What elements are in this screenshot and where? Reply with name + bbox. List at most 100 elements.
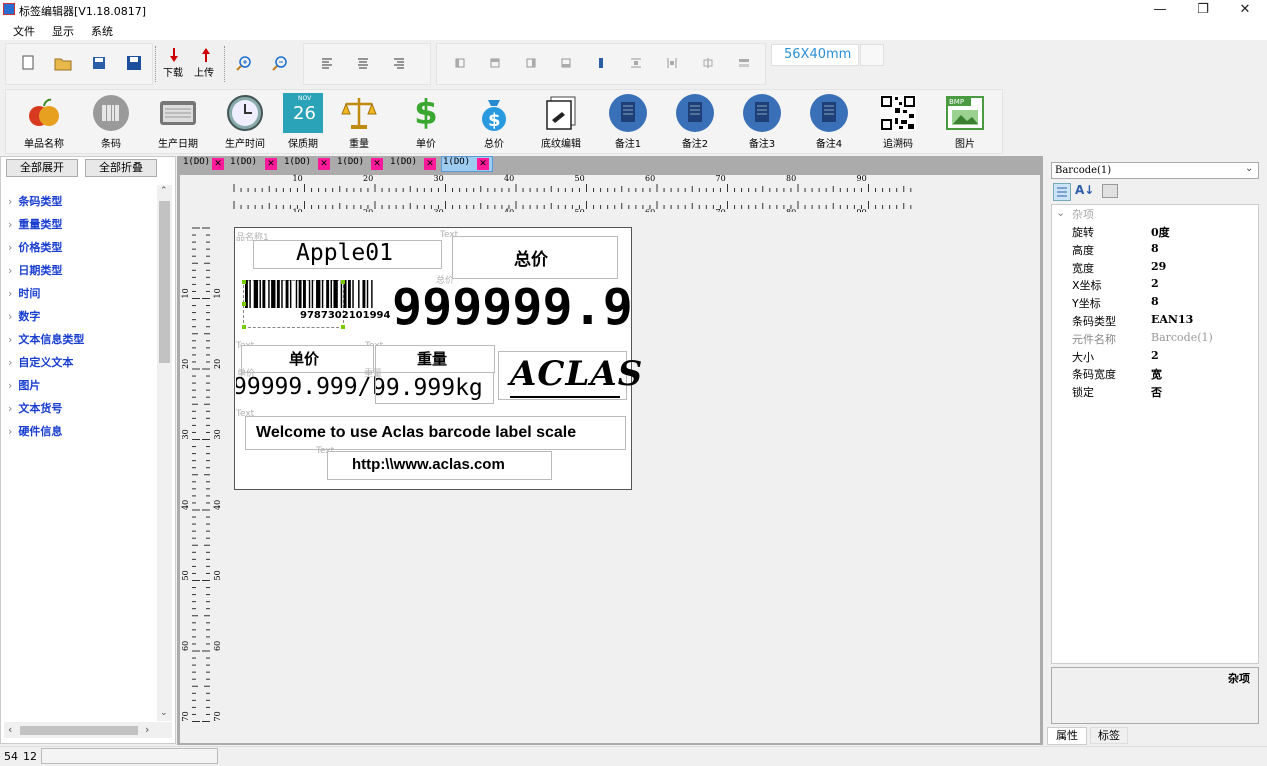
tree-item-hardware-info[interactable]: › 硬件信息 xyxy=(8,423,62,439)
download-button[interactable] xyxy=(161,46,187,64)
tree-item-number[interactable]: › 数字 xyxy=(8,308,40,324)
tab-close-icon[interactable]: ✕ xyxy=(318,158,330,170)
layout-center-v-button[interactable] xyxy=(588,50,614,76)
resize-handle[interactable] xyxy=(341,325,345,329)
property-value[interactable]: Barcode(1) xyxy=(1151,331,1213,344)
property-value[interactable]: EAN13 xyxy=(1151,313,1193,326)
collapse-all-button[interactable]: 全部折叠 xyxy=(85,159,157,177)
insert-barcode-button[interactable]: 条码 xyxy=(79,90,143,154)
weight-value-field[interactable]: 99.999kg xyxy=(375,372,494,404)
layout-distribute-v-button[interactable] xyxy=(623,50,649,76)
menu-system[interactable]: 系统 xyxy=(91,23,113,39)
resize-handle[interactable] xyxy=(242,325,246,329)
layout-center-h-button[interactable] xyxy=(695,50,721,76)
tree-item-image[interactable]: › 图片 xyxy=(8,377,40,393)
upload-label[interactable]: 上传 xyxy=(194,64,214,79)
page-tab[interactable]: 1(DO) xyxy=(390,157,417,171)
insert-production-date-button[interactable]: 生产日期 xyxy=(146,90,210,154)
insert-unit-price-button[interactable]: $ 单价 xyxy=(394,90,458,154)
insert-production-time-button[interactable]: 生产时间 xyxy=(213,90,277,154)
tab-labels[interactable]: 标签 xyxy=(1090,727,1128,744)
scroll-left-icon[interactable]: ‹ xyxy=(8,723,12,736)
property-value[interactable]: 否 xyxy=(1151,384,1162,400)
save-button[interactable] xyxy=(86,50,112,76)
property-row[interactable]: 大小 2 xyxy=(1052,348,1258,366)
layout-same-size-button[interactable] xyxy=(731,50,757,76)
scroll-right-icon[interactable]: › xyxy=(145,723,149,736)
tab-properties[interactable]: 属性 xyxy=(1047,727,1087,745)
tree-hscroll-thumb[interactable] xyxy=(20,726,138,735)
layout-align-left-button[interactable] xyxy=(447,50,473,76)
scroll-up-icon[interactable]: ⌃ xyxy=(160,186,168,196)
resize-handle[interactable] xyxy=(341,280,345,284)
tree-item-text-info-type[interactable]: › 文本信息类型 xyxy=(8,331,84,347)
tree-item-custom-text[interactable]: › 自定义文本 xyxy=(8,354,73,370)
unit-price-value-field[interactable]: 99999.999/kg xyxy=(236,372,375,404)
page-tab[interactable]: 1(DO) xyxy=(183,157,210,171)
tree-item-date-type[interactable]: › 日期类型 xyxy=(8,262,62,278)
layout-align-top-button[interactable] xyxy=(482,50,508,76)
tab-close-icon[interactable]: ✕ xyxy=(424,158,436,170)
menu-file[interactable]: 文件 xyxy=(13,23,35,39)
property-row[interactable]: 条码宽度 宽 xyxy=(1052,365,1258,383)
zoom-out-button[interactable] xyxy=(267,50,293,76)
insert-weight-button[interactable]: 重量 xyxy=(327,90,391,154)
property-row[interactable]: 条码类型 EAN13 xyxy=(1052,312,1258,330)
property-row[interactable]: 元件名称 Barcode(1) xyxy=(1052,330,1258,348)
property-row[interactable]: 高度 8 xyxy=(1052,241,1258,259)
tree-item-barcode-type[interactable]: › 条码类型 xyxy=(8,193,62,209)
property-pages-button[interactable] xyxy=(1102,184,1118,198)
close-button[interactable]: ✕ xyxy=(1223,0,1267,20)
property-value[interactable]: 2 xyxy=(1151,349,1159,362)
insert-shelf-life-button[interactable]: NOV 26 保质期 xyxy=(271,90,335,154)
new-file-button[interactable] xyxy=(15,50,41,76)
tree-item-time[interactable]: › 时间 xyxy=(8,285,40,301)
object-selector[interactable]: Barcode(1) xyxy=(1051,162,1259,179)
expand-all-button[interactable]: 全部展开 xyxy=(6,159,78,177)
property-row[interactable]: Y坐标 8 xyxy=(1052,294,1258,312)
background-edit-button[interactable]: 底纹编辑 xyxy=(529,90,593,154)
property-value[interactable]: 29 xyxy=(1151,260,1166,273)
minimize-button[interactable]: — xyxy=(1138,0,1182,20)
page-tab[interactable]: 1(DO) xyxy=(284,157,311,171)
menu-view[interactable]: 显示 xyxy=(52,23,74,39)
page-tab[interactable]: 1(DO) xyxy=(337,157,364,171)
layout-distribute-h-button[interactable] xyxy=(659,50,685,76)
property-value[interactable]: 宽 xyxy=(1151,366,1162,382)
insert-note4-button[interactable]: 备注4 xyxy=(797,90,861,154)
open-file-button[interactable] xyxy=(50,50,76,76)
property-value[interactable]: 8 xyxy=(1151,295,1159,308)
tree-scroll-thumb[interactable] xyxy=(159,201,170,363)
property-value[interactable]: 2 xyxy=(1151,277,1159,290)
resize-handle[interactable] xyxy=(242,280,246,284)
insert-trace-code-button[interactable]: 追溯码 xyxy=(866,90,930,154)
size-dropdown[interactable] xyxy=(860,44,884,66)
property-row[interactable]: 宽度 29 xyxy=(1052,259,1258,277)
property-row[interactable]: 锁定 否 xyxy=(1052,383,1258,401)
sort-alpha-button[interactable]: A↓ xyxy=(1075,183,1094,197)
property-value[interactable]: 0度 xyxy=(1151,224,1170,240)
property-row[interactable]: 旋转 0度 xyxy=(1052,223,1258,241)
page-tab[interactable]: 1(DO) xyxy=(230,157,257,171)
label-size[interactable]: 56X40mm xyxy=(784,47,851,62)
upload-button[interactable] xyxy=(193,46,219,64)
insert-product-name-button[interactable]: 单品名称 xyxy=(12,90,76,154)
align-right-button[interactable] xyxy=(386,50,412,76)
tab-close-icon[interactable]: ✕ xyxy=(212,158,224,170)
categorized-view-button[interactable] xyxy=(1053,183,1071,201)
insert-total-price-button[interactable]: $ 总价 xyxy=(462,90,526,154)
download-label[interactable]: 下载 xyxy=(163,64,183,79)
scroll-down-icon[interactable]: ⌄ xyxy=(160,708,168,718)
insert-note1-button[interactable]: 备注1 xyxy=(596,90,660,154)
insert-note3-button[interactable]: 备注3 xyxy=(730,90,794,154)
save-as-button[interactable] xyxy=(121,50,147,76)
layout-align-bottom-button[interactable] xyxy=(553,50,579,76)
property-value[interactable]: 8 xyxy=(1151,242,1159,255)
tab-close-icon[interactable]: ✕ xyxy=(265,158,277,170)
restore-button[interactable]: ❐ xyxy=(1181,0,1225,20)
resize-handle[interactable] xyxy=(242,302,246,306)
align-center-button[interactable] xyxy=(350,50,376,76)
total-value-field[interactable]: 999999.99 xyxy=(392,278,630,340)
insert-note2-button[interactable]: 备注2 xyxy=(663,90,727,154)
category-collapse-icon[interactable]: ⌄ xyxy=(1056,206,1065,219)
